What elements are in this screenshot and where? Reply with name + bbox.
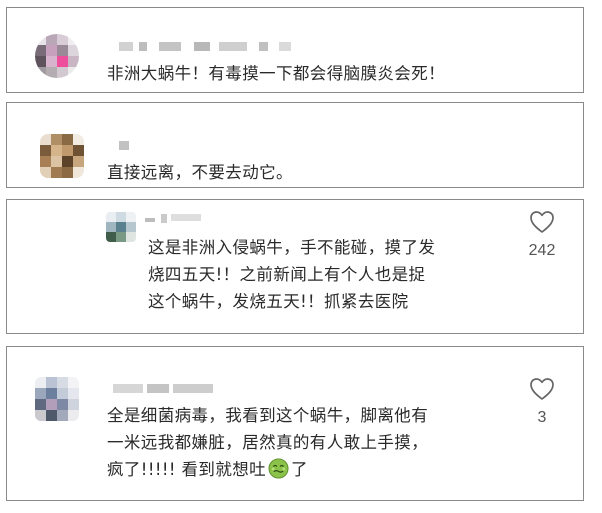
comment-card-2: 直接远离，不要去动它。 bbox=[6, 102, 584, 188]
comment-text-line: 一米远我都嫌脏，居然真的有人敢上手摸， bbox=[107, 433, 429, 452]
comment-text-line: 直接远离，不要去动它。 bbox=[107, 163, 293, 182]
avatar-blurred[interactable] bbox=[40, 134, 84, 178]
nauseated-face-emoji-icon bbox=[268, 458, 289, 479]
comment-text: 这是非洲入侵蜗牛，手不能碰，摸了发 烧四五天!！之前新闻上有个人也是捉 这个蜗牛… bbox=[148, 234, 435, 315]
username-blurred[interactable] bbox=[119, 42, 299, 56]
comment-text: 直接远离，不要去动它。 bbox=[107, 159, 293, 186]
comment-card-1: 非洲大蜗牛！有毒摸一下都会得脑膜炎会死！ bbox=[6, 7, 584, 93]
comment-text-line: 这是非洲入侵蜗牛，手不能碰，摸了发 bbox=[148, 238, 436, 257]
comment-text-line: 烧四五天!！之前新闻上有个人也是捉 bbox=[148, 265, 426, 284]
heart-outline-icon[interactable] bbox=[529, 210, 555, 234]
comment-text-suffix: 了 bbox=[291, 460, 308, 479]
comment-text-line: 全是细菌病毒，我看到这个蜗牛，脚离他有 bbox=[107, 406, 429, 425]
heart-outline-icon[interactable] bbox=[529, 377, 555, 401]
comment-text-line-last: 疯了!!!!! 看到就想吐 了 bbox=[107, 456, 428, 483]
like-button[interactable]: 242 bbox=[520, 210, 564, 260]
like-button[interactable]: 3 bbox=[520, 377, 564, 427]
username-blurred[interactable] bbox=[145, 214, 205, 228]
comment-text-fragment: 疯了!!!!! 看到就想吐 bbox=[107, 460, 267, 479]
username-blurred[interactable] bbox=[113, 384, 223, 398]
avatar-blurred[interactable] bbox=[106, 212, 136, 242]
avatar-blurred[interactable] bbox=[35, 377, 79, 421]
username-blurred[interactable] bbox=[119, 141, 139, 155]
like-count: 3 bbox=[537, 409, 547, 426]
comment-text: 非洲大蜗牛！有毒摸一下都会得脑膜炎会死！ bbox=[107, 60, 445, 87]
like-count: 242 bbox=[528, 242, 556, 259]
comment-text-line: 非洲大蜗牛！有毒摸一下都会得脑膜炎会死！ bbox=[107, 64, 445, 83]
comment-card-4: 全是细菌病毒，我看到这个蜗牛，脚离他有 一米远我都嫌脏，居然真的有人敢上手摸， … bbox=[6, 346, 584, 501]
comment-text: 全是细菌病毒，我看到这个蜗牛，脚离他有 一米远我都嫌脏，居然真的有人敢上手摸， … bbox=[107, 402, 428, 483]
comment-card-3: 这是非洲入侵蜗牛，手不能碰，摸了发 烧四五天!！之前新闻上有个人也是捉 这个蜗牛… bbox=[6, 199, 584, 334]
comment-text-line: 这个蜗牛，发烧五天!！抓紧去医院 bbox=[148, 292, 409, 311]
avatar-blurred[interactable] bbox=[35, 34, 79, 78]
